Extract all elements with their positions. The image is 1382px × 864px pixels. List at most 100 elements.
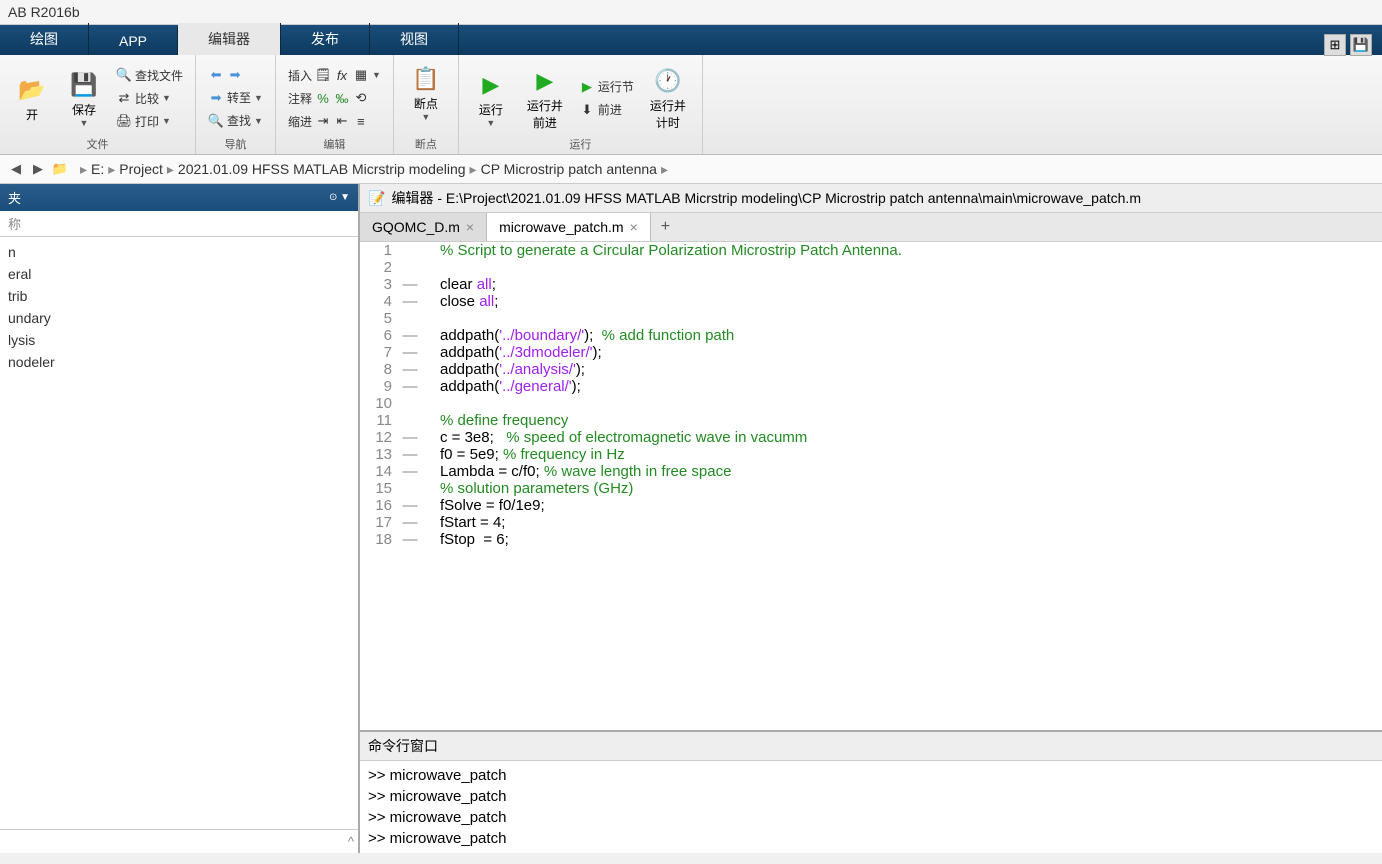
expand-icon[interactable]: ^ [348,834,354,849]
tab-view[interactable]: 视图 [370,23,459,55]
code-editor[interactable]: 1% Script to generate a Circular Polariz… [360,242,1382,730]
close-icon[interactable]: × [466,219,474,235]
ribbon-group-edit: 插入 🗒 fx ▦ ▼ 注释 % ‰ ⟲ 缩进 ⇥ ⇤ ≡ 编辑 [276,55,394,154]
code-line[interactable]: 13—f0 = 5e9; % frequency in Hz [360,446,1382,463]
play-advance-icon: ▶ [529,65,561,97]
chevron-right-icon: ▸ [470,161,477,178]
cmd-line: >> microwave_patch [368,807,1374,828]
run-advance-button[interactable]: ▶ 运行并 前进 [519,61,571,135]
save-button[interactable]: 💾 保存 ▼ [60,65,108,132]
print-button[interactable]: 🖨 打印 ▼ [112,111,187,132]
close-icon[interactable]: × [630,219,638,235]
line-number: 7 [360,344,400,361]
compare-button[interactable]: ⇄ 比较 ▼ [112,88,187,109]
chevron-down-icon: ▼ [421,112,430,122]
bc-3[interactable]: CP Microstrip patch antenna [481,161,657,177]
code-line[interactable]: 10 [360,395,1382,412]
nav-back-button[interactable]: ⬅ ➡ [204,65,267,85]
save-icon[interactable]: 💾 [1350,34,1372,56]
folder-item[interactable]: nodeler [0,351,358,373]
code-line[interactable]: 6—addpath('../boundary/'); % add functio… [360,327,1382,344]
run-section-icon: ▶ [579,79,595,95]
code-line[interactable]: 9—addpath('../general/'); [360,378,1382,395]
bc-1[interactable]: Project [119,161,163,177]
file-tab[interactable]: GQOMC_D.m× [360,213,487,241]
qa-layout-icon[interactable]: ⊞ [1324,34,1346,56]
tab-editor[interactable]: 编辑器 [178,23,281,55]
folder-item[interactable]: eral [0,263,358,285]
code-line[interactable]: 5 [360,310,1382,327]
line-marker: — [400,463,420,480]
insert-button[interactable]: 插入 🗒 fx ▦ ▼ [284,65,385,86]
ribbon: 📂 开 💾 保存 ▼ 🔍 查找文件 ⇄ 比较 ▼ 🖨 [0,55,1382,155]
code-line[interactable]: 2 [360,259,1382,276]
code-line[interactable]: 18—fStop = 6; [360,531,1382,548]
indent-button[interactable]: 缩进 ⇥ ⇤ ≡ [284,111,385,132]
line-marker: — [400,497,420,514]
tab-publish[interactable]: 发布 [281,23,370,55]
breakpoint-button[interactable]: 📋 断点 ▼ [402,59,450,137]
minimize-panel-icon[interactable]: ⊙ ▼ [329,192,350,203]
path-fwd-icon[interactable]: ▶ [28,159,48,179]
code-line[interactable]: 1% Script to generate a Circular Polariz… [360,242,1382,259]
code-line[interactable]: 11% define frequency [360,412,1382,429]
open-label: 开 [26,106,38,123]
goto-button[interactable]: ➡ 转至 ▼ [204,87,267,108]
comment-button[interactable]: 注释 % ‰ ⟲ [284,88,385,109]
line-content: addpath('../analysis/'); [420,361,1382,378]
code-line[interactable]: 4—close all; [360,293,1382,310]
code-line[interactable]: 14—Lambda = c/f0; % wave length in free … [360,463,1382,480]
main-tab-bar: 绘图 APP 编辑器 发布 视图 [0,25,1382,55]
bc-2[interactable]: 2021.01.09 HFSS MATLAB Micrstrip modelin… [178,161,466,177]
folder-list: neraltribundarylysisnodeler [0,237,358,829]
path-back-icon[interactable]: ◀ [6,159,26,179]
arrow-left-icon: ⬅ [208,67,224,83]
code-line[interactable]: 8—addpath('../analysis/'); [360,361,1382,378]
code-line[interactable]: 15% solution parameters (GHz) [360,480,1382,497]
line-marker: — [400,446,420,463]
play-icon: ▶ [475,69,507,101]
folder-item[interactable]: n [0,241,358,263]
ribbon-group-breakpoints: 📋 断点 ▼ 断点 [394,55,459,154]
line-number: 15 [360,480,400,497]
breadcrumb[interactable]: ▸ E: ▸ Project ▸ 2021.01.09 HFSS MATLAB … [76,161,672,178]
open-button[interactable]: 📂 开 [8,70,56,127]
outdent-icon: ⇤ [334,113,350,129]
folder-item[interactable]: trib [0,285,358,307]
tab-plot[interactable]: 绘图 [0,23,89,55]
folder-up-icon[interactable]: 📁 [50,159,70,179]
run-section-button[interactable]: ▶ 运行节 [575,76,638,97]
line-marker [400,242,420,259]
cmd-body[interactable]: >> microwave_patch>> microwave_patch>> m… [360,761,1382,853]
line-number: 13 [360,446,400,463]
line-number: 2 [360,259,400,276]
code-line[interactable]: 16—fSolve = f0/1e9; [360,497,1382,514]
line-content: close all; [420,293,1382,310]
line-content [420,310,1382,327]
chevron-down-icon: ▼ [372,70,381,80]
folder-item[interactable]: lysis [0,329,358,351]
line-marker: — [400,531,420,548]
add-tab-button[interactable]: + [651,213,680,241]
cmd-line: >> microwave_patch [368,786,1374,807]
code-line[interactable]: 12—c = 3e8; % speed of electromagnetic w… [360,429,1382,446]
open-icon: 📂 [16,74,48,106]
code-line[interactable]: 7—addpath('../3dmodeler/'); [360,344,1382,361]
wrap-icon: ⟲ [353,90,369,106]
find-button[interactable]: 🔍 查找 ▼ [204,110,267,131]
run-time-button[interactable]: 🕐 运行并 计时 [642,61,694,135]
uncomment-icon: ‰ [334,90,350,106]
file-tab[interactable]: microwave_patch.m× [487,213,651,241]
run-button[interactable]: ▶ 运行 ▼ [467,65,515,132]
tab-app[interactable]: APP [89,27,178,55]
line-number: 1 [360,242,400,259]
code-line[interactable]: 17—fStart = 4; [360,514,1382,531]
line-marker: — [400,361,420,378]
find-files-button[interactable]: 🔍 查找文件 [112,65,187,86]
breakpoint-icon: 📋 [410,63,442,95]
advance-button[interactable]: ⬇ 前进 [575,99,638,120]
bc-drive[interactable]: E: [91,161,104,177]
code-line[interactable]: 3—clear all; [360,276,1382,293]
folder-item[interactable]: undary [0,307,358,329]
line-content: fSolve = f0/1e9; [420,497,1382,514]
